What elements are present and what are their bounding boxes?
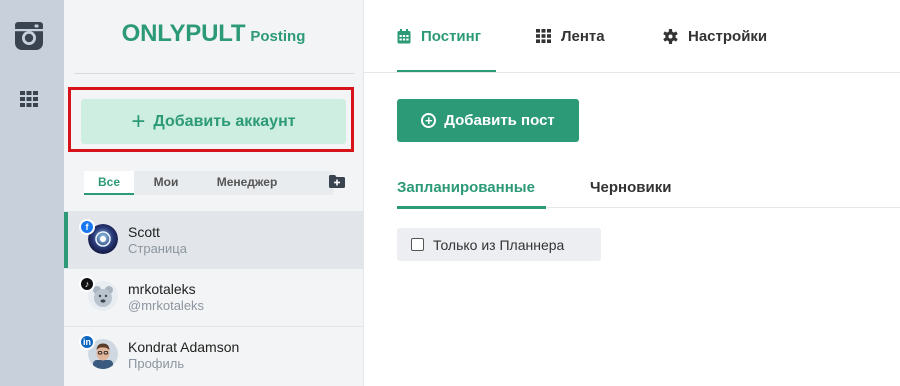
- folder-add-icon[interactable]: [329, 175, 345, 188]
- add-post-label: Добавить пост: [444, 112, 555, 129]
- add-account-label: Добавить аккаунт: [153, 112, 296, 130]
- account-name: Scott: [128, 224, 160, 240]
- calendar-icon: [397, 28, 411, 44]
- account-type: Профиль: [128, 356, 185, 371]
- tab-feed[interactable]: Лента: [536, 26, 605, 46]
- facebook-icon: f: [79, 219, 95, 235]
- grid-icon: [536, 29, 551, 43]
- filter-all[interactable]: Все: [84, 171, 134, 195]
- tab-label: Лента: [561, 27, 605, 45]
- account-handle: @mrkotaleks: [128, 298, 205, 313]
- brand-product: Posting: [250, 28, 306, 45]
- tab-drafts[interactable]: Черновики: [590, 179, 671, 196]
- plus-circle-icon: +: [421, 113, 437, 128]
- brand-name: ONLYPULT: [121, 20, 246, 47]
- account-item-kondrat-adamson[interactable]: in Kondrat Adamson Профиль: [64, 326, 363, 383]
- tab-label: Настройки: [688, 27, 768, 45]
- plus-icon: +: [131, 107, 146, 135]
- active-subtab-indicator: [397, 206, 546, 209]
- grid-icon[interactable]: [20, 91, 38, 107]
- tiktok-icon: ♪: [79, 276, 95, 292]
- tab-posting[interactable]: Постинг: [397, 26, 481, 46]
- checkbox-label: Только из Планнера: [433, 236, 565, 253]
- planner-only-filter[interactable]: Только из Планнера: [397, 228, 601, 261]
- tab-settings[interactable]: Настройки: [663, 26, 767, 46]
- account-name: Kondrat Adamson: [128, 339, 240, 355]
- checkbox[interactable]: [411, 238, 424, 251]
- account-name: mrkotaleks: [128, 281, 196, 297]
- instagram-icon[interactable]: [13, 20, 45, 52]
- account-item-scott[interactable]: f Scott Страница: [64, 211, 363, 268]
- divider: [364, 72, 900, 73]
- left-rail: [0, 0, 64, 386]
- divider: [74, 73, 354, 74]
- filter-mine[interactable]: Мои: [140, 171, 192, 195]
- accounts-sidebar: ONLYPULT Posting + Добавить аккаунт Все М…: [64, 0, 364, 386]
- add-account-button[interactable]: + Добавить аккаунт: [81, 99, 346, 144]
- brand-logo[interactable]: ONLYPULT Posting: [64, 20, 363, 48]
- tab-scheduled[interactable]: Запланированные: [397, 179, 535, 196]
- add-post-button[interactable]: + Добавить пост: [397, 99, 579, 142]
- tab-label: Постинг: [421, 27, 481, 45]
- linkedin-icon: in: [79, 334, 95, 350]
- account-type: Страница: [128, 241, 187, 256]
- account-filter-tabs: Все Мои Менеджер: [84, 171, 334, 195]
- gear-icon: [663, 28, 678, 44]
- filter-manager[interactable]: Менеджер: [202, 171, 292, 195]
- account-item-mrkotaleks[interactable]: ♪ mrkotaleks @mrkotaleks: [64, 268, 363, 325]
